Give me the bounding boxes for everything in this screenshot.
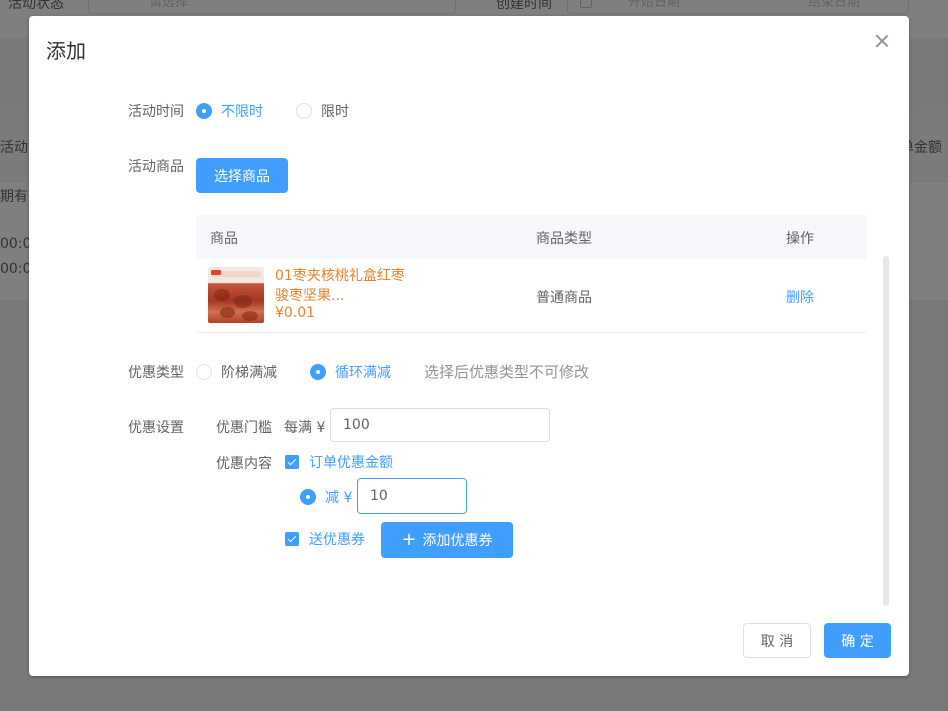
radio-label: 阶梯满减	[221, 365, 277, 381]
dialog-body: 活动时间 不限时 限时 活动商品 选择商品 商品 商品类型 操作 01枣夹核桃礼…	[29, 86, 909, 606]
checkbox-label: 订单优惠金额	[309, 455, 393, 471]
thumbnail-nut	[220, 307, 235, 318]
thumbnail-nut	[234, 295, 252, 308]
confirm-button[interactable]: 确 定	[824, 623, 891, 658]
check-icon	[285, 455, 299, 469]
discount-settings-label: 优惠设置	[128, 420, 184, 436]
radio-unlimited-time[interactable]: 不限时	[196, 101, 263, 121]
radio-limited-time[interactable]: 限时	[296, 101, 349, 121]
thumbnail-nut	[214, 289, 230, 301]
radio-dot	[296, 103, 312, 119]
checkbox-label: 送优惠券	[309, 532, 365, 548]
table-row: 01枣夹核桃礼盒红枣骏枣坚果... ¥0.01 普通商品 删除	[196, 259, 866, 333]
radio-dot	[196, 103, 212, 119]
content-label: 优惠内容	[216, 456, 272, 472]
cancel-button[interactable]: 取 消	[743, 623, 811, 658]
goods-thumbnail	[208, 267, 264, 323]
radio-label: 循环满减	[335, 365, 391, 381]
goods-table: 商品 商品类型 操作 01枣夹核桃礼盒红枣骏枣坚果... ¥0.01 普通商品 …	[196, 215, 866, 333]
scrollbar[interactable]	[883, 256, 889, 606]
discount-type-hint: 选择后优惠类型不可修改	[424, 363, 590, 381]
goods-type: 普通商品	[536, 290, 592, 306]
goods-price: ¥0.01	[275, 305, 316, 321]
threshold-label: 优惠门槛	[216, 420, 272, 436]
add-coupon-label: 添加优惠券	[422, 533, 493, 549]
goods-table-header: 商品 商品类型 操作	[196, 215, 866, 259]
radio-reduce[interactable]: 减 ¥	[300, 487, 352, 507]
radio-label: 减 ¥	[325, 490, 353, 506]
select-goods-button[interactable]: 选择商品	[196, 158, 288, 193]
col-goods: 商品	[210, 231, 238, 247]
thumbnail-nut	[242, 311, 258, 321]
reduce-amount-input[interactable]	[357, 478, 467, 514]
activity-time-label: 活动时间	[128, 104, 184, 120]
radio-dot	[310, 364, 326, 380]
order-discount-checkbox[interactable]: 订单优惠金额	[285, 452, 393, 472]
col-goods-type: 商品类型	[536, 231, 592, 247]
radio-label: 不限时	[221, 104, 263, 120]
threshold-prefix: 每满 ¥	[284, 420, 326, 436]
check-icon	[285, 532, 299, 546]
radio-dot	[300, 489, 316, 505]
col-action: 操作	[786, 231, 814, 247]
threshold-input[interactable]	[330, 408, 550, 442]
add-coupon-button[interactable]: + 添加优惠券	[381, 522, 513, 558]
add-dialog: 添加 活动时间 不限时 限时 活动商品 选择商品 商品 商品类型 操作 01枣夹…	[29, 16, 909, 676]
goods-name[interactable]: 01枣夹核桃礼盒红枣骏枣坚果...	[275, 266, 405, 306]
close-icon[interactable]	[875, 34, 889, 48]
discount-type-label: 优惠类型	[128, 365, 184, 381]
activity-goods-label: 活动商品	[128, 159, 184, 175]
dialog-title: 添加	[46, 39, 86, 63]
radio-label: 限时	[321, 104, 349, 120]
plus-icon: +	[401, 529, 417, 550]
delete-goods-link[interactable]: 删除	[786, 287, 814, 307]
radio-dot	[196, 364, 212, 380]
send-coupon-checkbox[interactable]: 送优惠券	[285, 529, 365, 549]
radio-cyclic-discount[interactable]: 循环满减	[310, 362, 391, 382]
thumbnail-tag	[211, 270, 221, 275]
radio-tiered-discount[interactable]: 阶梯满减	[196, 362, 277, 382]
